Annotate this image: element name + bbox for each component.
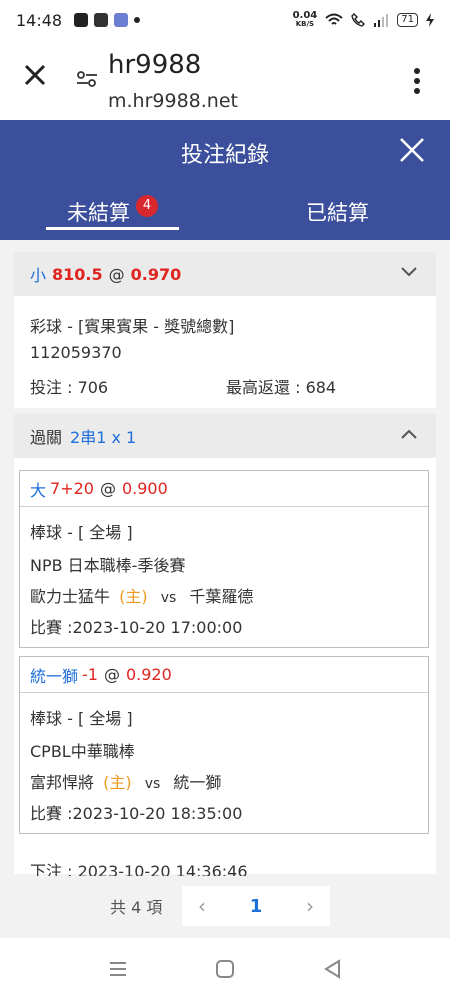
next-page-button[interactable]: › bbox=[290, 894, 330, 918]
bet-id: 112059370 bbox=[30, 343, 122, 362]
unsettled-count-badge: 4 bbox=[136, 195, 158, 217]
leg-sport: 棒球 - [ 全場 ] bbox=[30, 709, 133, 728]
leg-handicap: -1 bbox=[82, 665, 98, 684]
tab-unsettled-label: 未結算 bbox=[67, 201, 130, 225]
browser-toolbar: hr9988 m.hr9988.net bbox=[0, 40, 450, 120]
tab-settled[interactable]: 已結算 bbox=[225, 182, 450, 240]
page-url[interactable]: m.hr9988.net bbox=[108, 90, 238, 112]
leg-home-tag: (主) bbox=[119, 587, 148, 606]
parlay-leg: 統一獅 -1 @ 0.920 棒球 - [ 全場 ] CPBL中華職棒 富邦悍將… bbox=[19, 656, 429, 834]
leg-home-tag: (主) bbox=[103, 773, 132, 792]
close-tab-icon[interactable] bbox=[22, 62, 48, 88]
bet-category: 彩球 - [賓果賓果 - 獎號總數] bbox=[30, 317, 235, 336]
leg-match-time: 比賽 :2023-10-20 17:00:00 bbox=[30, 618, 243, 637]
parlay-type: 過關 bbox=[30, 428, 63, 447]
network-speed: 0.04 KB/S bbox=[293, 11, 318, 29]
leg-league: CPBL中華職棒 bbox=[30, 742, 135, 761]
modal-header: 投注紀錄 bbox=[0, 120, 450, 182]
leg-away-team: 千葉羅德 bbox=[189, 587, 254, 606]
status-bar: 14:48 0.04 KB/S 71 bbox=[0, 0, 450, 40]
bet-stake: 投注 : 706 bbox=[30, 378, 109, 397]
leg-vs: vs bbox=[160, 590, 177, 606]
status-notification-icons bbox=[74, 13, 141, 27]
leg-header: 大 7+20 @ 0.900 bbox=[20, 471, 428, 507]
leg-odds: 0.900 bbox=[121, 479, 168, 498]
parlay-card: 過關 2串1 x 1 大 7+20 @ 0.900 棒球 - [ 全場 ] NP… bbox=[14, 414, 436, 881]
site-settings-icon[interactable] bbox=[76, 70, 98, 88]
signal-icon bbox=[374, 14, 389, 27]
page-controls: ‹ 1 › bbox=[182, 886, 330, 926]
parlay-card-header[interactable]: 過關 2串1 x 1 bbox=[14, 414, 436, 458]
network-speed-unit: KB/S bbox=[295, 20, 315, 28]
bet-odds: 0.970 bbox=[130, 264, 182, 284]
bet-card-header[interactable]: 小 810.5 @ 0.970 bbox=[14, 252, 436, 296]
modal-title: 投注紀錄 bbox=[180, 143, 269, 168]
parlay-leg: 大 7+20 @ 0.900 棒球 - [ 全場 ] NPB 日本職棒-季後賽 … bbox=[19, 470, 429, 648]
bet-max-return: 最高返還 : 684 bbox=[226, 378, 337, 397]
call-icon bbox=[351, 13, 366, 27]
leg-home-team: 歐力士猛牛 bbox=[30, 587, 111, 606]
total-count: 共 4 項 bbox=[110, 898, 163, 917]
tab-bar: 未結算 4 已結算 bbox=[0, 182, 450, 240]
app-icon bbox=[94, 13, 109, 27]
status-time: 14:48 bbox=[16, 10, 63, 30]
back-icon[interactable] bbox=[322, 958, 344, 980]
wifi-icon bbox=[325, 13, 343, 25]
tiktok-icon bbox=[74, 13, 89, 27]
more-options-icon[interactable] bbox=[410, 66, 424, 96]
pagination: 共 4 項 ‹ 1 › bbox=[0, 876, 450, 936]
leg-teams: 歐力士猛牛 (主) vs 千葉羅德 bbox=[30, 583, 253, 607]
leg-match-time: 比賽 :2023-10-20 18:35:00 bbox=[30, 804, 243, 823]
leg-at: @ bbox=[99, 479, 116, 498]
leg-away-team: 統一獅 bbox=[173, 773, 222, 792]
leg-sport: 棒球 - [ 全場 ] bbox=[30, 523, 133, 542]
leg-home-team: 富邦悍將 bbox=[30, 773, 95, 792]
chevron-up-icon[interactable] bbox=[400, 428, 418, 440]
leg-pick: 大 bbox=[30, 480, 47, 500]
more-notifications-icon bbox=[134, 17, 141, 23]
current-page[interactable]: 1 bbox=[222, 896, 290, 917]
charging-icon bbox=[426, 13, 434, 27]
tab-settled-label: 已結算 bbox=[306, 201, 369, 225]
menu-icon[interactable] bbox=[107, 958, 129, 980]
chevron-down-icon[interactable] bbox=[400, 266, 418, 278]
system-nav-bar bbox=[0, 938, 450, 1000]
prev-page-button[interactable]: ‹ bbox=[182, 894, 222, 918]
bet-card: 小 810.5 @ 0.970 彩球 - [賓果賓果 - 獎號總數] 11205… bbox=[14, 252, 436, 408]
battery-indicator: 71 bbox=[397, 13, 418, 27]
leg-pick: 統一獅 bbox=[30, 666, 79, 686]
close-icon[interactable] bbox=[398, 136, 426, 164]
leg-at: @ bbox=[103, 665, 120, 684]
leg-teams: 富邦悍將 (主) vs 統一獅 bbox=[30, 769, 221, 793]
bet-line: 810.5 bbox=[52, 264, 103, 284]
page-title: hr9988 bbox=[108, 50, 202, 80]
leg-handicap: 7+20 bbox=[50, 479, 94, 498]
bet-pick: 小 bbox=[30, 266, 47, 285]
parlay-combo: 2串1 x 1 bbox=[70, 428, 137, 447]
leg-league: NPB 日本職棒-季後賽 bbox=[30, 556, 186, 575]
tab-unsettled[interactable]: 未結算 4 bbox=[0, 182, 225, 240]
leg-vs: vs bbox=[144, 776, 161, 792]
network-speed-value: 0.04 bbox=[292, 10, 318, 21]
home-icon[interactable] bbox=[214, 958, 236, 980]
game-icon bbox=[114, 13, 129, 27]
bet-at: @ bbox=[108, 264, 125, 284]
leg-odds: 0.920 bbox=[125, 665, 172, 684]
status-right: 0.04 KB/S 71 bbox=[293, 11, 434, 29]
leg-header: 統一獅 -1 @ 0.920 bbox=[20, 657, 428, 693]
